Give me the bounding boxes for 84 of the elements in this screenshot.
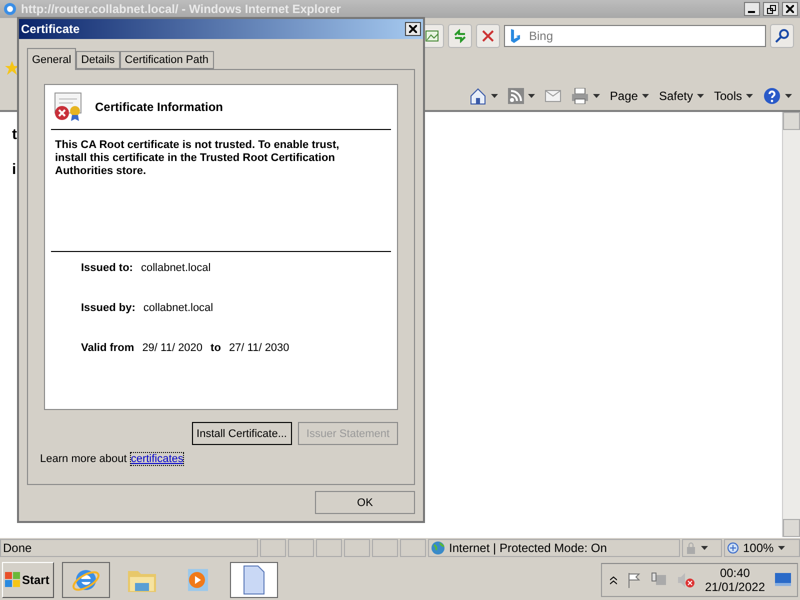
zone-status: Internet | Protected Mode: On bbox=[428, 539, 680, 557]
page-text: i bbox=[12, 161, 16, 178]
tab[interactable]: Certification Path bbox=[120, 51, 214, 69]
picture-icon bbox=[425, 29, 439, 43]
certificates-link[interactable]: certificates bbox=[130, 453, 184, 465]
chevron-icon[interactable] bbox=[610, 576, 617, 584]
printer-icon bbox=[570, 88, 589, 104]
minimize-button[interactable] bbox=[744, 2, 760, 16]
tab[interactable]: General bbox=[27, 48, 76, 70]
close-icon bbox=[409, 25, 417, 33]
start-button[interactable]: Start bbox=[2, 562, 54, 598]
stop-icon bbox=[482, 30, 494, 42]
browser-icon bbox=[2, 1, 18, 17]
scrollbar[interactable] bbox=[782, 112, 800, 537]
field-value: 29/ 11/ 2020 bbox=[142, 342, 203, 354]
status-pane bbox=[344, 539, 370, 557]
caret-icon bbox=[746, 94, 753, 98]
feed-icon bbox=[508, 88, 524, 104]
refresh-icon bbox=[453, 29, 467, 43]
field-value: collabnet.local bbox=[143, 302, 214, 314]
caret-icon bbox=[642, 94, 649, 98]
close-button[interactable] bbox=[405, 22, 421, 36]
caret-icon bbox=[778, 546, 785, 550]
caret-icon bbox=[701, 546, 708, 550]
document-icon bbox=[241, 564, 267, 596]
caret-icon bbox=[696, 94, 704, 98]
status-text: Done bbox=[0, 539, 258, 557]
dialog-title: Certificate bbox=[21, 22, 81, 36]
restore-button[interactable] bbox=[763, 2, 779, 16]
command-menu[interactable]: Safety bbox=[658, 89, 704, 103]
caret-icon bbox=[528, 94, 535, 98]
status-pane bbox=[316, 539, 342, 557]
close-button[interactable] bbox=[782, 2, 798, 16]
status-pane bbox=[372, 539, 398, 557]
command-menu[interactable]: Tools bbox=[714, 89, 753, 103]
globe-icon bbox=[431, 541, 445, 555]
home-icon bbox=[468, 87, 487, 105]
tab[interactable]: Details bbox=[76, 51, 120, 69]
show-desktop-icon[interactable] bbox=[775, 573, 791, 587]
mail-button[interactable] bbox=[544, 90, 561, 102]
feeds-button[interactable] bbox=[508, 88, 535, 104]
zoom-icon bbox=[727, 542, 739, 554]
caret-icon bbox=[490, 94, 498, 98]
field-label: Issued by: bbox=[81, 302, 136, 314]
status-pane bbox=[400, 539, 426, 557]
trust-message: This CA Root certificate is not trusted. To enable trust, install this certificate in the Trusted Root Certification Authorities store. bbox=[51, 130, 391, 252]
page-text: t bbox=[12, 126, 17, 143]
ok-button[interactable]: OK bbox=[315, 491, 415, 514]
field-value: collabnet.local bbox=[140, 262, 211, 274]
status-pane bbox=[288, 539, 314, 557]
stop-button[interactable] bbox=[476, 24, 500, 48]
help-button[interactable] bbox=[763, 87, 792, 105]
field-label: Issued to: bbox=[81, 262, 133, 274]
clock[interactable]: 00:40 21/01/2022 bbox=[704, 566, 765, 594]
search-field[interactable]: Bing bbox=[504, 25, 766, 47]
taskbar-button[interactable] bbox=[230, 562, 278, 598]
search-button[interactable] bbox=[770, 24, 794, 48]
section-heading: Certificate Information bbox=[95, 100, 224, 114]
bing-logo-icon bbox=[510, 29, 520, 43]
status-pane bbox=[260, 539, 286, 557]
help-icon bbox=[763, 87, 781, 105]
command-menu[interactable]: Page bbox=[610, 89, 649, 103]
flag-icon[interactable] bbox=[626, 572, 641, 588]
close-icon bbox=[786, 5, 794, 13]
field-label: to bbox=[210, 342, 221, 354]
zoom-button[interactable]: 100% bbox=[724, 539, 800, 557]
star-icon[interactable] bbox=[4, 60, 20, 76]
lock-icon bbox=[685, 542, 697, 554]
caret-icon bbox=[592, 94, 600, 98]
restore-icon bbox=[766, 4, 776, 14]
home-button[interactable] bbox=[468, 87, 498, 105]
taskbar-button[interactable] bbox=[62, 562, 110, 598]
install-certificate-button[interactable]: Install Certificate... bbox=[192, 422, 292, 445]
field-label: Valid from bbox=[81, 342, 134, 354]
network-icon[interactable] bbox=[650, 572, 667, 588]
speaker-muted-icon[interactable] bbox=[676, 572, 695, 588]
search-icon bbox=[775, 29, 789, 43]
mail-icon bbox=[544, 90, 561, 102]
print-button[interactable] bbox=[570, 88, 600, 104]
caret-icon bbox=[785, 94, 792, 98]
window-title: http://router.collabnet.local/ - Windows Internet Explorer bbox=[21, 2, 342, 16]
windows-logo-icon bbox=[5, 572, 21, 588]
learn-more-text: Learn more about bbox=[40, 453, 127, 465]
field-value: 27/ 11/ 2030 bbox=[228, 342, 290, 354]
